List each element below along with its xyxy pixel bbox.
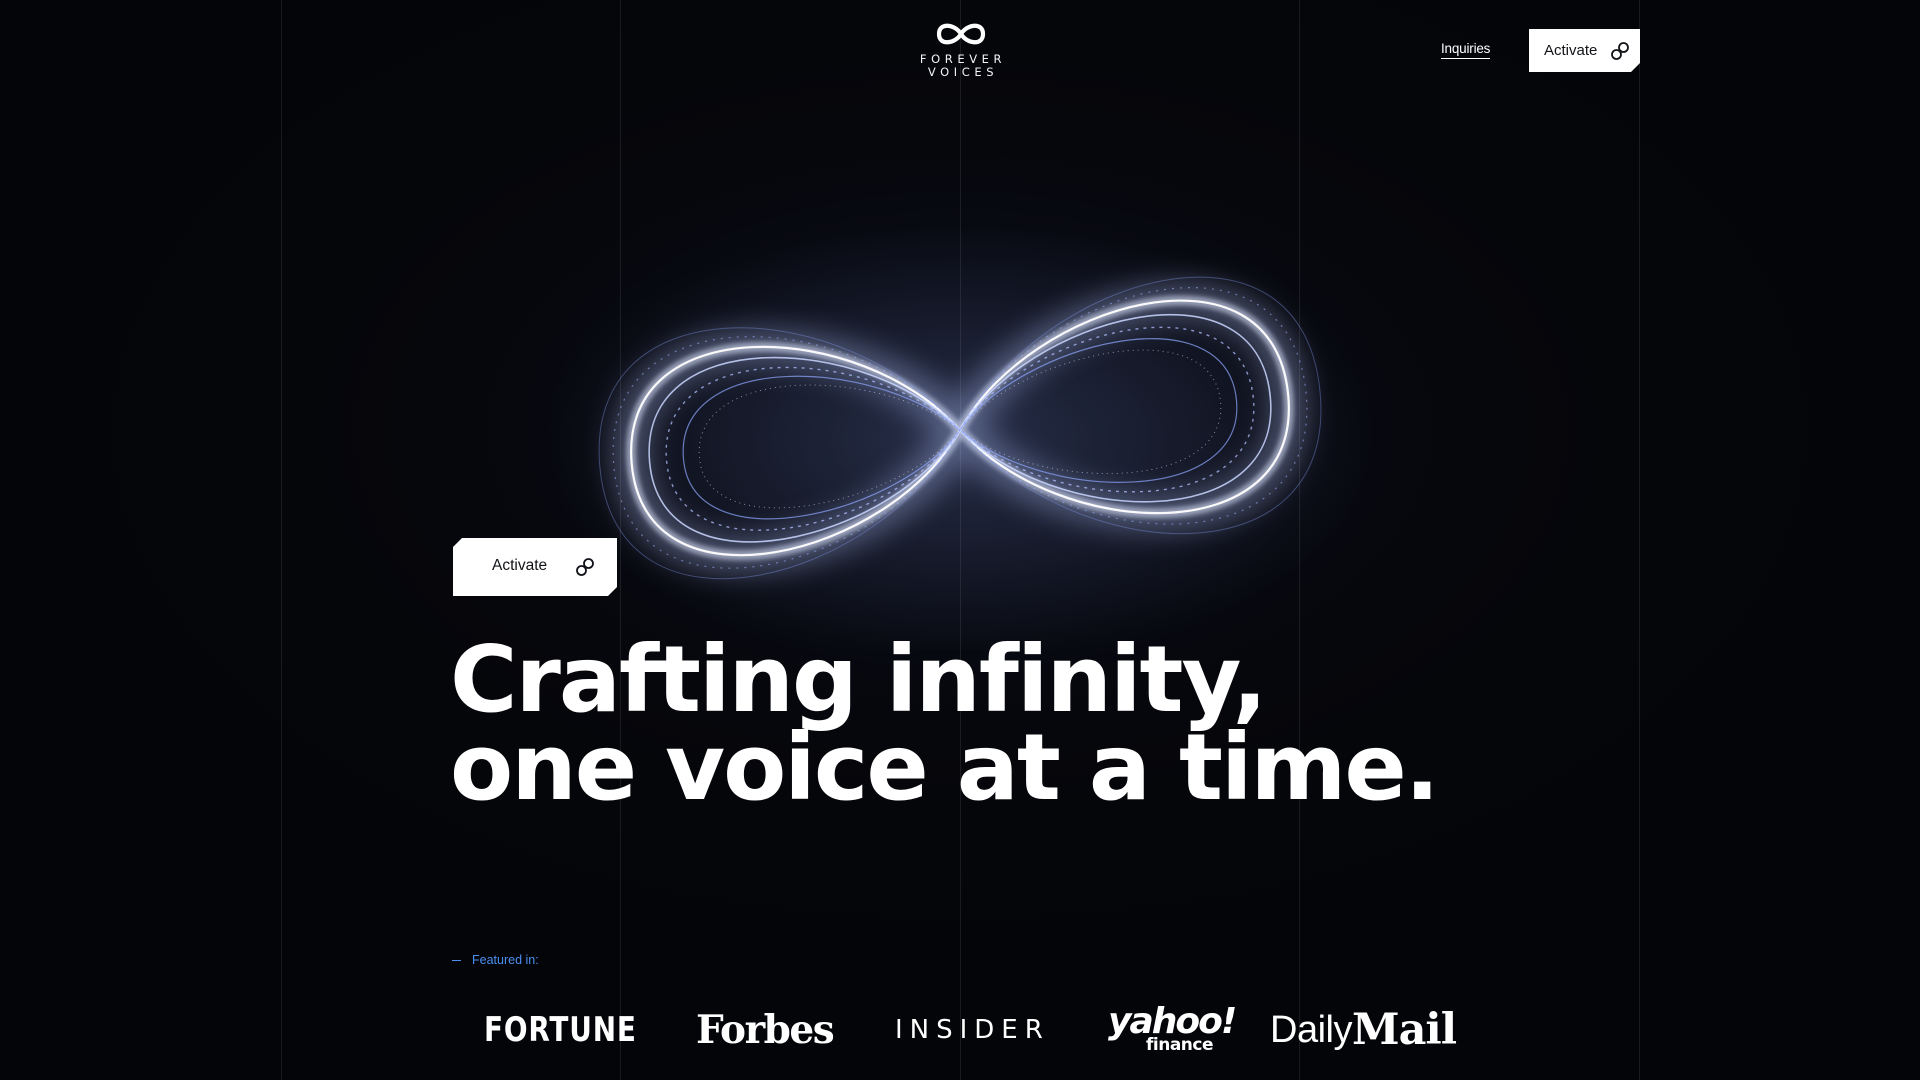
hero-activate-button[interactable]: Activate [453, 538, 617, 596]
hero-headline: Crafting infinity, one voice at a time. [450, 626, 1450, 821]
infinity-icon [936, 23, 986, 45]
dash-icon [452, 959, 461, 961]
link-icon [574, 556, 596, 578]
yahoo-logo-sub: finance [1146, 1035, 1214, 1055]
grid-line [1639, 0, 1640, 1080]
yahoo-finance-logo: yahoo! finance [1108, 1000, 1237, 1060]
daily-mail-logo-daily: Daily [1270, 1008, 1352, 1051]
inquiries-link[interactable]: Inquiries [1441, 41, 1490, 59]
page: FOREVER VOICES Inquiries Activate Activa… [0, 0, 1920, 1080]
insider-logo: INSIDER [895, 1015, 1050, 1045]
forbes-logo: Forbes [696, 1007, 835, 1053]
link-icon [1609, 40, 1631, 62]
infinity-artwork [560, 230, 1360, 650]
featured-label-text: Featured in: [472, 953, 539, 967]
header-activate-button[interactable]: Activate [1529, 29, 1640, 72]
activate-button-label: Activate [1544, 42, 1598, 59]
headline-line-2: one voice at a time. [450, 714, 1440, 821]
featured-label: Featured in: [452, 953, 539, 967]
brand-logo[interactable]: FOREVER VOICES [900, 20, 1022, 79]
grid-line [281, 0, 282, 1080]
fortune-logo: FORTUNE [484, 1010, 637, 1050]
activate-button-label: Activate [492, 557, 548, 574]
daily-mail-logo: Daily Mail [1270, 1000, 1457, 1060]
yahoo-logo-main: yahoo! [1108, 1001, 1237, 1042]
daily-mail-logo-mail: Mail [1351, 1005, 1457, 1055]
logo-text-voices: VOICES [927, 65, 999, 79]
headline-line-1: Crafting infinity, [450, 626, 1267, 733]
